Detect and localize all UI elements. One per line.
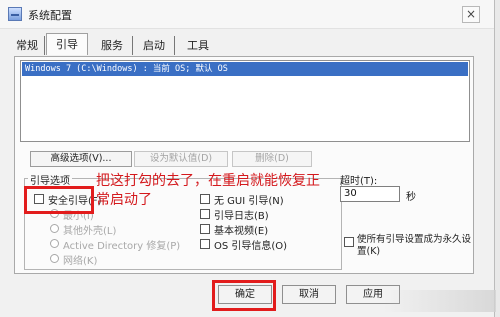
tab-services[interactable]: 服务 bbox=[92, 36, 133, 55]
os-list-item-selected[interactable]: Windows 7 (C:\Windows) : 当前 OS; 默认 OS bbox=[22, 62, 468, 76]
timeout-input[interactable]: 30 bbox=[340, 186, 400, 202]
cancel-button[interactable]: 取消 bbox=[282, 285, 336, 304]
os-boot-info-checkbox[interactable] bbox=[200, 239, 210, 249]
alternate-shell-label: 其他外壳(L) bbox=[63, 226, 117, 237]
alternate-shell-radio[interactable] bbox=[50, 224, 59, 233]
os-list[interactable]: Windows 7 (C:\Windows) : 当前 OS; 默认 OS bbox=[20, 60, 470, 142]
msconfig-app-icon bbox=[8, 7, 22, 21]
timeout-unit: 秒 bbox=[406, 192, 416, 203]
base-video-checkbox[interactable] bbox=[200, 224, 210, 234]
window-title: 系统配置 bbox=[28, 9, 72, 22]
annotation-text: 把这打勾的去了，在重启就能恢复正常启动了 bbox=[96, 173, 320, 208]
ad-repair-radio[interactable] bbox=[50, 239, 59, 248]
set-default-button[interactable]: 设为默认值(D) bbox=[134, 151, 228, 167]
close-button[interactable]: × bbox=[462, 6, 480, 23]
ok-highlight-box bbox=[212, 280, 276, 311]
tab-general[interactable]: 常规 bbox=[10, 36, 45, 55]
boot-log-checkbox[interactable] bbox=[200, 209, 210, 219]
watermark-blur bbox=[384, 290, 496, 312]
tab-tools[interactable]: 工具 bbox=[178, 36, 218, 55]
safe-boot-highlight-box bbox=[24, 186, 94, 214]
advanced-options-button[interactable]: 高级选项(V)... bbox=[30, 151, 132, 167]
boot-options-title: 引导选项 bbox=[28, 172, 72, 187]
title-bar bbox=[0, 0, 494, 29]
make-permanent-checkbox[interactable] bbox=[344, 237, 354, 247]
tab-boot[interactable]: 引导 bbox=[46, 33, 88, 55]
os-boot-info-label: OS 引导信息(O) bbox=[214, 241, 288, 252]
base-video-label: 基本视频(E) bbox=[214, 226, 269, 237]
ad-repair-label: Active Directory 修复(P) bbox=[63, 241, 181, 252]
make-permanent-label: 使所有引导设置成为永久设置(K) bbox=[357, 234, 472, 257]
network-label: 网络(K) bbox=[63, 256, 98, 267]
network-radio[interactable] bbox=[50, 254, 59, 263]
tab-startup[interactable]: 启动 bbox=[134, 36, 175, 55]
delete-button[interactable]: 删除(D) bbox=[232, 151, 312, 167]
timeout-label: 超时(T): bbox=[340, 176, 378, 187]
